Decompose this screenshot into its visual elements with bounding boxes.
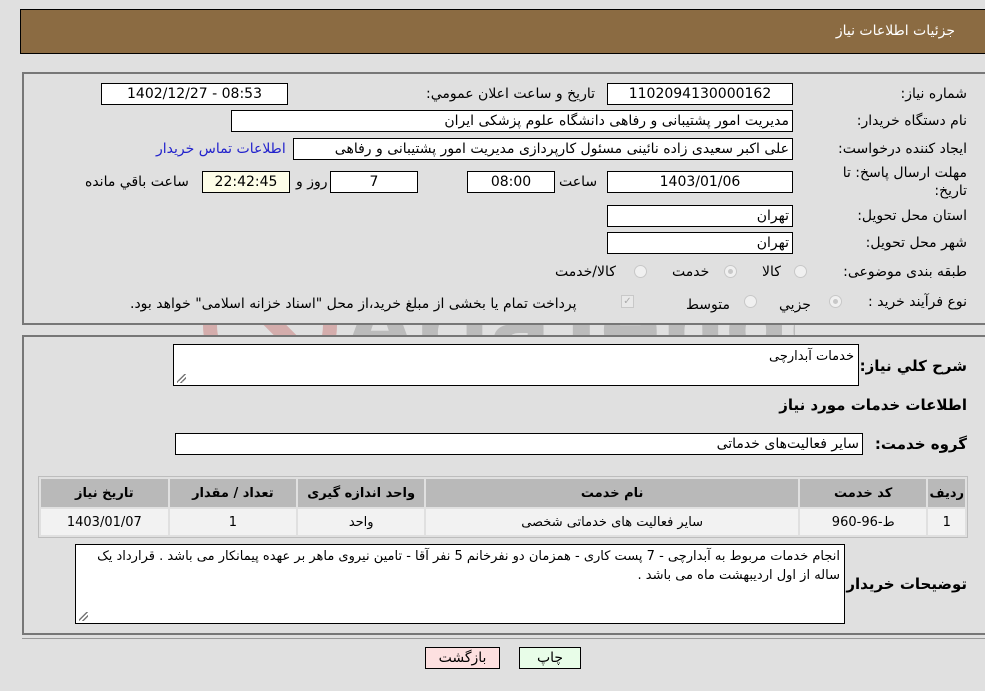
buyer-notes-text: انجام خدمات مربوط به آبدارچی - 7 پست کار…: [97, 549, 840, 583]
cell-quantity: 1: [169, 509, 297, 535]
col-header-unit: واحد اندازه گیری: [298, 479, 425, 507]
deadline-time-label: ساعت: [559, 174, 598, 190]
col-header-row-number: رديف: [928, 479, 965, 507]
deadline-label: مهلت ارسال پاسخ: تا تاریخ:: [842, 165, 967, 199]
category-radio-service[interactable]: [724, 265, 737, 278]
purchase-type-option-medium: متوسط: [686, 297, 730, 313]
need-number-label: شماره نیاز:: [900, 86, 968, 102]
requester-field: علی اکبر سعیدی زاده نائینی مسئول کارپردا…: [293, 138, 793, 160]
buyer-contact-link[interactable]: اطلاعات تماس خریدار: [156, 141, 286, 157]
need-number-field: 1102094130000162: [607, 83, 793, 105]
print-button[interactable]: چاپ: [519, 647, 581, 669]
announce-datetime-label: تاريخ و ساعت اعلان عمومي:: [426, 86, 595, 102]
summary-textarea[interactable]: خدمات آبدارچی: [173, 344, 859, 386]
deadline-date-field: 1403/01/06: [607, 171, 793, 193]
remaining-time-field: 22:42:45: [202, 171, 290, 193]
table-row: 1 ط-96-960 سایر فعالیت های خدماتی شخصی و…: [41, 509, 965, 535]
deadline-days-field: 7: [330, 171, 418, 193]
purchase-type-label: نوع فرآیند خرید :: [868, 294, 967, 310]
purchase-type-radio-medium[interactable]: [744, 295, 757, 308]
cell-row-number: 1: [928, 509, 965, 535]
remaining-time-label: ساعت باقي مانده: [85, 174, 189, 190]
category-option-goods: کالا: [762, 264, 781, 280]
col-header-service-code: کد خدمت: [799, 479, 927, 507]
bottom-divider: [22, 638, 985, 639]
city-field: تهران: [607, 232, 793, 254]
service-group-field: سایر فعالیت‌های خدماتی: [175, 433, 863, 455]
service-group-label: گروه خدمت:: [874, 435, 967, 453]
deadline-days-label: روز و: [296, 174, 328, 190]
treasury-checkbox[interactable]: ✓: [621, 295, 634, 308]
cell-service-name: سایر فعالیت های خدماتی شخصی: [426, 509, 798, 535]
purchase-type-option-minor: جزيي: [779, 297, 811, 313]
buyer-org-label: نام دستگاه خریدار:: [856, 113, 967, 129]
services-table: رديف کد خدمت نام خدمت واحد اندازه گیری ت…: [38, 476, 968, 538]
province-label: استان محل تحویل:: [857, 208, 967, 224]
category-option-goods-service: کالا/خدمت: [555, 264, 616, 280]
requester-label: ایجاد کننده درخواست:: [838, 141, 967, 157]
buyer-notes-label: توضيحات خريدار:: [840, 575, 967, 593]
summary-text: خدمات آبدارچی: [769, 349, 854, 364]
resize-grip-icon[interactable]: [177, 374, 186, 383]
summary-label: شرح کلي نياز:: [859, 357, 967, 375]
col-header-need-date: تاريخ نياز: [41, 479, 168, 507]
table-header-row: رديف کد خدمت نام خدمت واحد اندازه گیری ت…: [41, 479, 965, 507]
city-label: شهر محل تحویل:: [865, 235, 967, 251]
page-title: جزئیات اطلاعات نیاز: [835, 23, 955, 39]
category-label: طبقه بندی موضوعی:: [843, 264, 967, 280]
category-radio-goods[interactable]: [794, 265, 807, 278]
col-header-service-name: نام خدمت: [426, 479, 798, 507]
page-header: جزئیات اطلاعات نیاز: [20, 9, 985, 54]
purchase-type-radio-minor[interactable]: [829, 295, 842, 308]
deadline-time-field: 08:00: [467, 171, 555, 193]
cell-unit: واحد: [298, 509, 425, 535]
buyer-notes-textarea[interactable]: انجام خدمات مربوط به آبدارچی - 7 پست کار…: [75, 544, 845, 624]
buyer-org-field: مدیریت امور پشتیبانی و رفاهی دانشگاه علو…: [231, 110, 793, 132]
treasury-checkbox-label: پرداخت تمام یا بخشی از مبلغ خرید،از محل …: [130, 296, 577, 312]
resize-grip-icon[interactable]: [79, 612, 88, 621]
cell-need-date: 1403/01/07: [41, 509, 168, 535]
services-heading: اطلاعات خدمات مورد نياز: [779, 396, 967, 414]
category-option-service: خدمت: [672, 264, 710, 280]
announce-datetime-field: 1402/12/27 - 08:53: [101, 83, 288, 105]
back-button[interactable]: بازگشت: [425, 647, 500, 669]
col-header-quantity: تعداد / مقدار: [169, 479, 297, 507]
province-field: تهران: [607, 205, 793, 227]
cell-service-code: ط-96-960: [799, 509, 927, 535]
category-radio-goods-service[interactable]: [634, 265, 647, 278]
